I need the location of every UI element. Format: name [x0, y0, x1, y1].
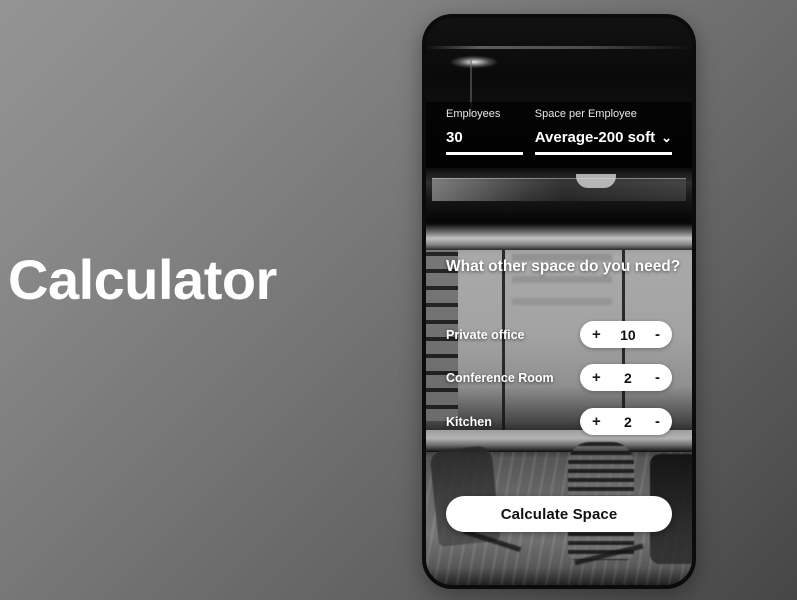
increment-button-private-office[interactable]: +	[592, 327, 601, 342]
calculate-space-label: Calculate Space	[500, 505, 618, 523]
stepper-conference-room[interactable]: + 2 -	[580, 364, 672, 391]
stepper-private-office[interactable]: + 10 -	[580, 321, 672, 348]
slide-canvas: Calculator Employees 30 Space per Employ…	[0, 0, 797, 600]
stepper-value-conference-room: 2	[623, 369, 632, 386]
stepper-kitchen[interactable]: + 2 -	[580, 408, 672, 435]
decrement-button-conference-room[interactable]: -	[655, 370, 660, 385]
space-per-employee-label: Space per Employee	[534, 108, 637, 120]
stepper-value-private-office: 10	[620, 326, 636, 343]
increment-button-kitchen[interactable]: +	[592, 414, 601, 429]
phone-mockup: Employees 30 Space per Employee Average-…	[422, 14, 696, 589]
decrement-button-private-office[interactable]: -	[655, 327, 660, 342]
calculate-space-button[interactable]: Calculate Space	[446, 496, 672, 532]
space-per-employee-field[interactable]: Space per Employee Average-200 soft ⌄	[534, 108, 672, 155]
page-title: Calculator	[8, 248, 277, 311]
employees-field[interactable]: Employees 30	[446, 108, 523, 155]
stepper-value-kitchen: 2	[623, 413, 632, 430]
option-row-conference-room: Conference Room + 2 -	[446, 364, 672, 391]
space-per-employee-select[interactable]: Average-200 soft ⌄	[534, 129, 672, 155]
option-label-private-office: Private office	[446, 327, 525, 342]
other-space-heading: What other space do you need?	[446, 258, 681, 275]
chevron-down-icon[interactable]: ⌄	[661, 131, 672, 144]
option-row-private-office: Private office + 10 -	[446, 321, 672, 348]
option-label-kitchen: Kitchen	[446, 414, 492, 429]
phone-screen: Employees 30 Space per Employee Average-…	[426, 18, 692, 585]
increment-button-conference-room[interactable]: +	[592, 370, 601, 385]
employees-label: Employees	[446, 108, 501, 120]
space-per-employee-value: Average-200 soft	[534, 129, 656, 146]
employees-input[interactable]: 30	[446, 129, 523, 155]
option-label-conference-room: Conference Room	[446, 370, 554, 385]
option-row-kitchen: Kitchen + 2 -	[446, 408, 672, 435]
decrement-button-kitchen[interactable]: -	[655, 414, 660, 429]
office-photo-rails	[426, 166, 692, 222]
input-row: Employees 30 Space per Employee Average-…	[426, 108, 692, 155]
office-photo-interior-ceiling	[426, 224, 692, 250]
